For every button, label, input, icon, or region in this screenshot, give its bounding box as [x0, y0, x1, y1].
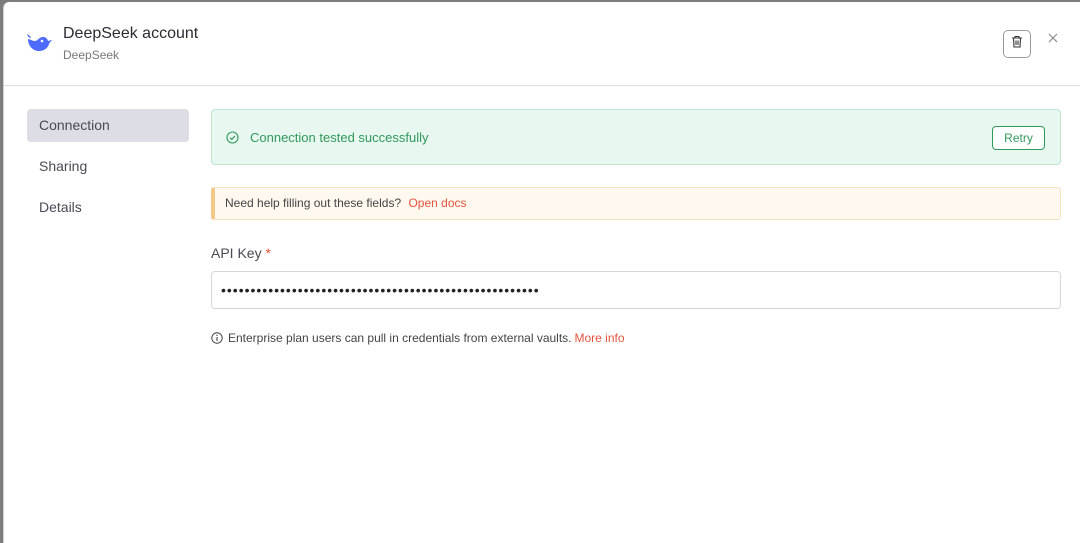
retry-button[interactable]: Retry [992, 126, 1045, 150]
whale-logo-icon [25, 30, 53, 54]
close-button[interactable] [1044, 31, 1062, 49]
delete-button[interactable] [1003, 30, 1031, 58]
success-message: Connection tested successfully [250, 130, 429, 145]
info-icon [211, 332, 223, 344]
required-mark: * [265, 245, 271, 261]
sidebar-item-details[interactable]: Details [27, 191, 189, 224]
settings-sidebar: Connection Sharing Details [27, 109, 189, 232]
api-key-input[interactable] [211, 271, 1061, 309]
help-text: Need help filling out these fields? [225, 196, 402, 210]
open-docs-link[interactable]: Open docs [408, 196, 466, 210]
check-circle-icon [226, 131, 239, 144]
credential-modal: DeepSeek account DeepSeek Connection Sha… [3, 2, 1080, 543]
close-icon [1047, 31, 1059, 49]
vault-hint: Enterprise plan users can pull in creden… [211, 331, 1061, 345]
success-banner: Connection tested successfully Retry [211, 109, 1061, 165]
api-key-label: API Key * [211, 245, 1061, 261]
main-content: Connection tested successfully Retry Nee… [211, 109, 1061, 345]
help-banner: Need help filling out these fields? Open… [211, 187, 1061, 220]
more-info-link[interactable]: More info [575, 331, 625, 345]
modal-header: DeepSeek account DeepSeek [4, 2, 1080, 86]
modal-title: DeepSeek account [63, 25, 199, 42]
trash-icon [1011, 35, 1023, 53]
api-key-label-text: API Key [211, 245, 262, 261]
sidebar-item-connection[interactable]: Connection [27, 109, 189, 142]
sidebar-item-sharing[interactable]: Sharing [27, 150, 189, 183]
modal-subtitle: DeepSeek [63, 48, 120, 62]
hint-text: Enterprise plan users can pull in creden… [228, 331, 572, 345]
